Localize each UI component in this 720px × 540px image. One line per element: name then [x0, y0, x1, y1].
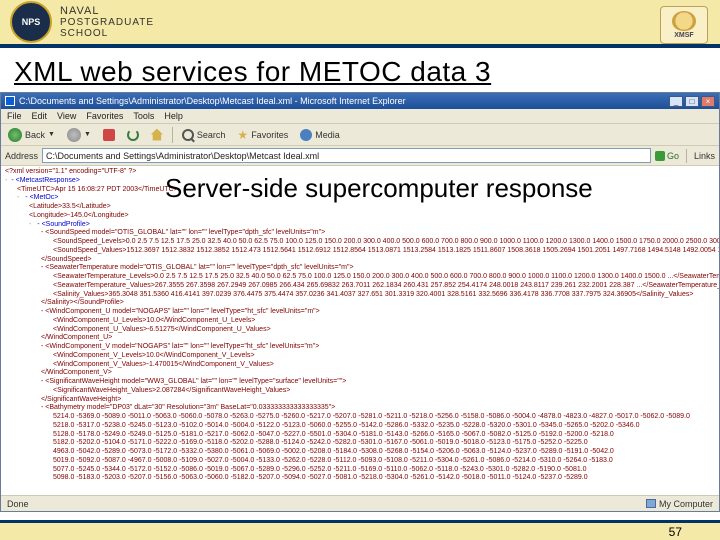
media-icon [300, 129, 312, 141]
back-button[interactable]: Back ▼ [5, 127, 58, 143]
search-button[interactable]: Search [179, 128, 229, 142]
address-label: Address [5, 151, 38, 161]
ie-titlebar[interactable]: C:\Documents and Settings\Administrator\… [1, 93, 719, 109]
xml-line: </WindComponent_U> [5, 334, 715, 343]
forward-button[interactable]: ▼ [64, 127, 94, 143]
computer-icon [646, 499, 656, 508]
xml-line: 5098.0 -5183.0 -5203.0 -5207.0 -5156.0 -… [5, 474, 715, 483]
stop-button[interactable] [100, 128, 118, 142]
security-zone: My Computer [646, 499, 713, 509]
slide-header: NPS NAVAL POSTGRADUATE SCHOOL XMSF [0, 0, 720, 48]
back-arrow-icon [8, 128, 22, 142]
ie-menubar: File Edit View Favorites Tools Help [1, 109, 719, 124]
ie-statusbar: Done My Computer [1, 495, 719, 511]
xml-line: <SoundSpeed_Values>1512.3697 1512.3832 1… [5, 247, 715, 256]
home-icon [151, 129, 163, 141]
menu-favorites[interactable]: Favorites [86, 111, 123, 121]
xml-line: 5182.0 -5202.0 -5104.0 -5171.0 -5222.0 -… [5, 439, 715, 448]
media-button[interactable]: Media [297, 128, 343, 142]
window-title: C:\Documents and Settings\Administrator\… [19, 96, 406, 106]
xml-line: <Longitude>-145.0</Longitude> [5, 212, 715, 221]
xml-line: <WindComponent_U_Values>-6.51275</WindCo… [5, 326, 715, 335]
xml-line: </Salinity></SoundProfile> [5, 299, 715, 308]
xml-line: 5218.0 -5317.0 -5238.0 -5245.0 -5123.0 -… [5, 422, 715, 431]
xml-line: <SeawaterTemperature_Levels>0.0 2.5 7.5 … [5, 273, 715, 282]
ie-window: C:\Documents and Settings\Administrator\… [0, 92, 720, 512]
refresh-button[interactable] [124, 128, 142, 142]
minimize-button[interactable]: _ [669, 96, 683, 107]
xml-line: - <WindComponent_U model="NOGAPS" lat=""… [5, 308, 715, 317]
xml-line: - <WindComponent_V model="NOGAPS" lat=""… [5, 343, 715, 352]
status-done: Done [7, 499, 29, 509]
xml-viewport[interactable]: <?xml version="1.1" encoding="UTF-8" ?> … [1, 166, 719, 495]
stop-icon [103, 129, 115, 141]
slide-title: XML web services for METOC data 3 [0, 48, 720, 92]
xml-line: <WindComponent_V_Values>-1.470015</WindC… [5, 361, 715, 370]
xml-line: </SoundSpeed> [5, 256, 715, 265]
xml-line: <SoundSpeed_Levels>0.0 2.5 7.5 12.5 17.5… [5, 238, 715, 247]
nps-seal-icon: NPS [10, 1, 52, 43]
xml-line: - <Bathymetry model="DP03" dLat="30" Res… [5, 404, 715, 413]
favorites-button[interactable]: ★Favorites [234, 127, 291, 143]
star-icon: ★ [237, 128, 248, 142]
xml-line: 5019.0 -5092.0 -5087.0 -4967.0 -5008.0 -… [5, 457, 715, 466]
go-button[interactable]: Go [655, 151, 679, 161]
xml-line: 4963.0 -5042.0 -5289.0 -5073.0 -5172.0 -… [5, 448, 715, 457]
home-button[interactable] [148, 128, 166, 142]
menu-edit[interactable]: Edit [32, 111, 48, 121]
maximize-button[interactable]: □ [685, 96, 699, 107]
xml-line: <SignificantWaveHeight_Values>2.087284</… [5, 387, 715, 396]
school-name: NAVAL POSTGRADUATE SCHOOL [60, 5, 154, 39]
close-button[interactable]: × [701, 96, 715, 107]
menu-file[interactable]: File [7, 111, 22, 121]
xml-line: <WindComponent_V_Levels>10.0</WindCompon… [5, 352, 715, 361]
xml-line: 5128.0 -5178.0 -5249.0 -5249.0 -5125.0 -… [5, 431, 715, 440]
xml-line: - <SeawaterTemperature model="OTIS_GLOBA… [5, 264, 715, 273]
menu-tools[interactable]: Tools [133, 111, 154, 121]
xml-line: <WindComponent_U_Levels>10.0</WindCompon… [5, 317, 715, 326]
refresh-icon [127, 129, 139, 141]
xml-line: <Latitude>33.5</Latitude> [5, 203, 715, 212]
menu-view[interactable]: View [57, 111, 76, 121]
xmsf-logo-icon: XMSF [660, 6, 708, 44]
links-label[interactable]: Links [694, 151, 715, 161]
xml-line: <Salinity_Values>365.3048 351.5360 416.4… [5, 291, 715, 300]
xml-line: 5077.0 -5245.0 -5344.0 -5172.0 -5152.0 -… [5, 466, 715, 475]
xml-line: 5214.0 -5369.0 -5089.0 -5011.0 -5063.0 -… [5, 413, 715, 422]
xml-line: - - <SoundProfile> [5, 221, 715, 230]
address-input[interactable]: C:\Documents and Settings\Administrator\… [42, 148, 651, 163]
ie-toolbar: Back ▼ ▼ Search ★Favorites Media [1, 124, 719, 146]
xml-line: </WindComponent_V> [5, 369, 715, 378]
page-number: 57 [669, 525, 682, 539]
ie-icon [5, 96, 15, 106]
search-icon [182, 129, 194, 141]
overlay-caption: Server-side supercomputer response [165, 173, 710, 204]
xml-line: - <SoundSpeed model="OTIS_GLOBAL" lat=""… [5, 229, 715, 238]
xml-line: <SeawaterTemperature_Values>267.3555 267… [5, 282, 715, 291]
menu-help[interactable]: Help [164, 111, 183, 121]
go-icon [655, 151, 665, 161]
slide-footer: 57 [0, 520, 720, 540]
xml-line: - <SignificantWaveHeight model="WW3_GLOB… [5, 378, 715, 387]
ie-addressbar: Address C:\Documents and Settings\Admini… [1, 146, 719, 166]
forward-arrow-icon [67, 128, 81, 142]
xml-line: </SignificantWaveHeight> [5, 396, 715, 405]
